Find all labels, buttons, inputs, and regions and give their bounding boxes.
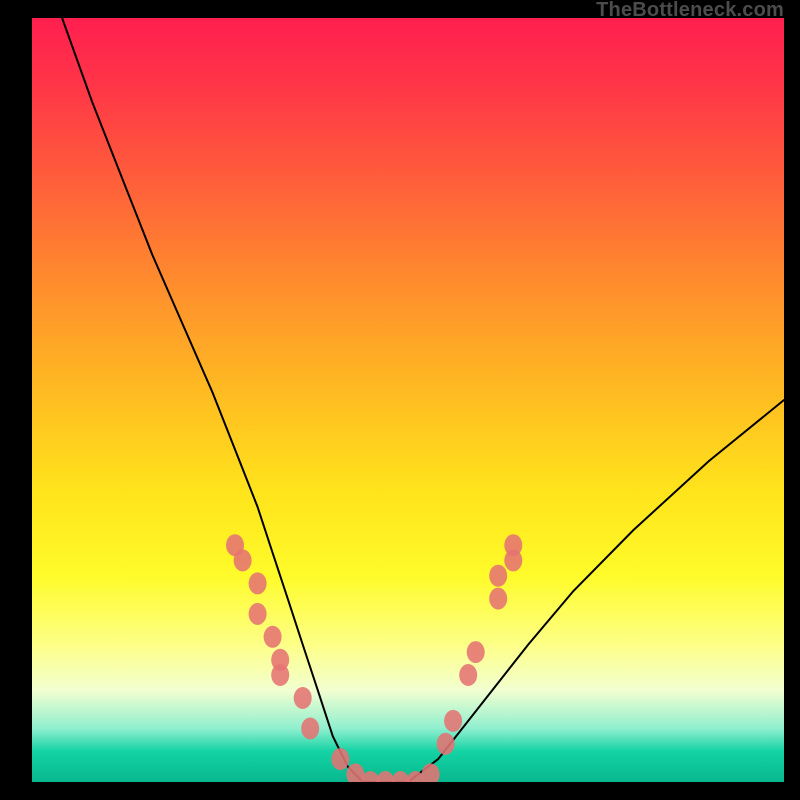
curve-marker [489, 588, 507, 610]
bottleneck-curve-path [62, 18, 784, 782]
curve-marker [437, 733, 455, 755]
curve-marker [249, 603, 267, 625]
curve-marker [264, 626, 282, 648]
curve-marker [467, 641, 485, 663]
curve-marker [504, 534, 522, 556]
curve-marker [271, 664, 289, 686]
chart-frame: TheBottleneck.com [0, 0, 800, 800]
curve-marker [249, 572, 267, 594]
curve-marker [444, 710, 462, 732]
curve-marker [294, 687, 312, 709]
curve-marker [422, 763, 440, 782]
curve-marker [331, 748, 349, 770]
chart-svg [32, 18, 784, 782]
curve-marker [301, 718, 319, 740]
markers-group [226, 534, 522, 782]
plot-area [32, 18, 784, 782]
curve-marker [459, 664, 477, 686]
curve-marker [234, 549, 252, 571]
watermark-label: TheBottleneck.com [596, 0, 784, 20]
curve-marker [489, 565, 507, 587]
